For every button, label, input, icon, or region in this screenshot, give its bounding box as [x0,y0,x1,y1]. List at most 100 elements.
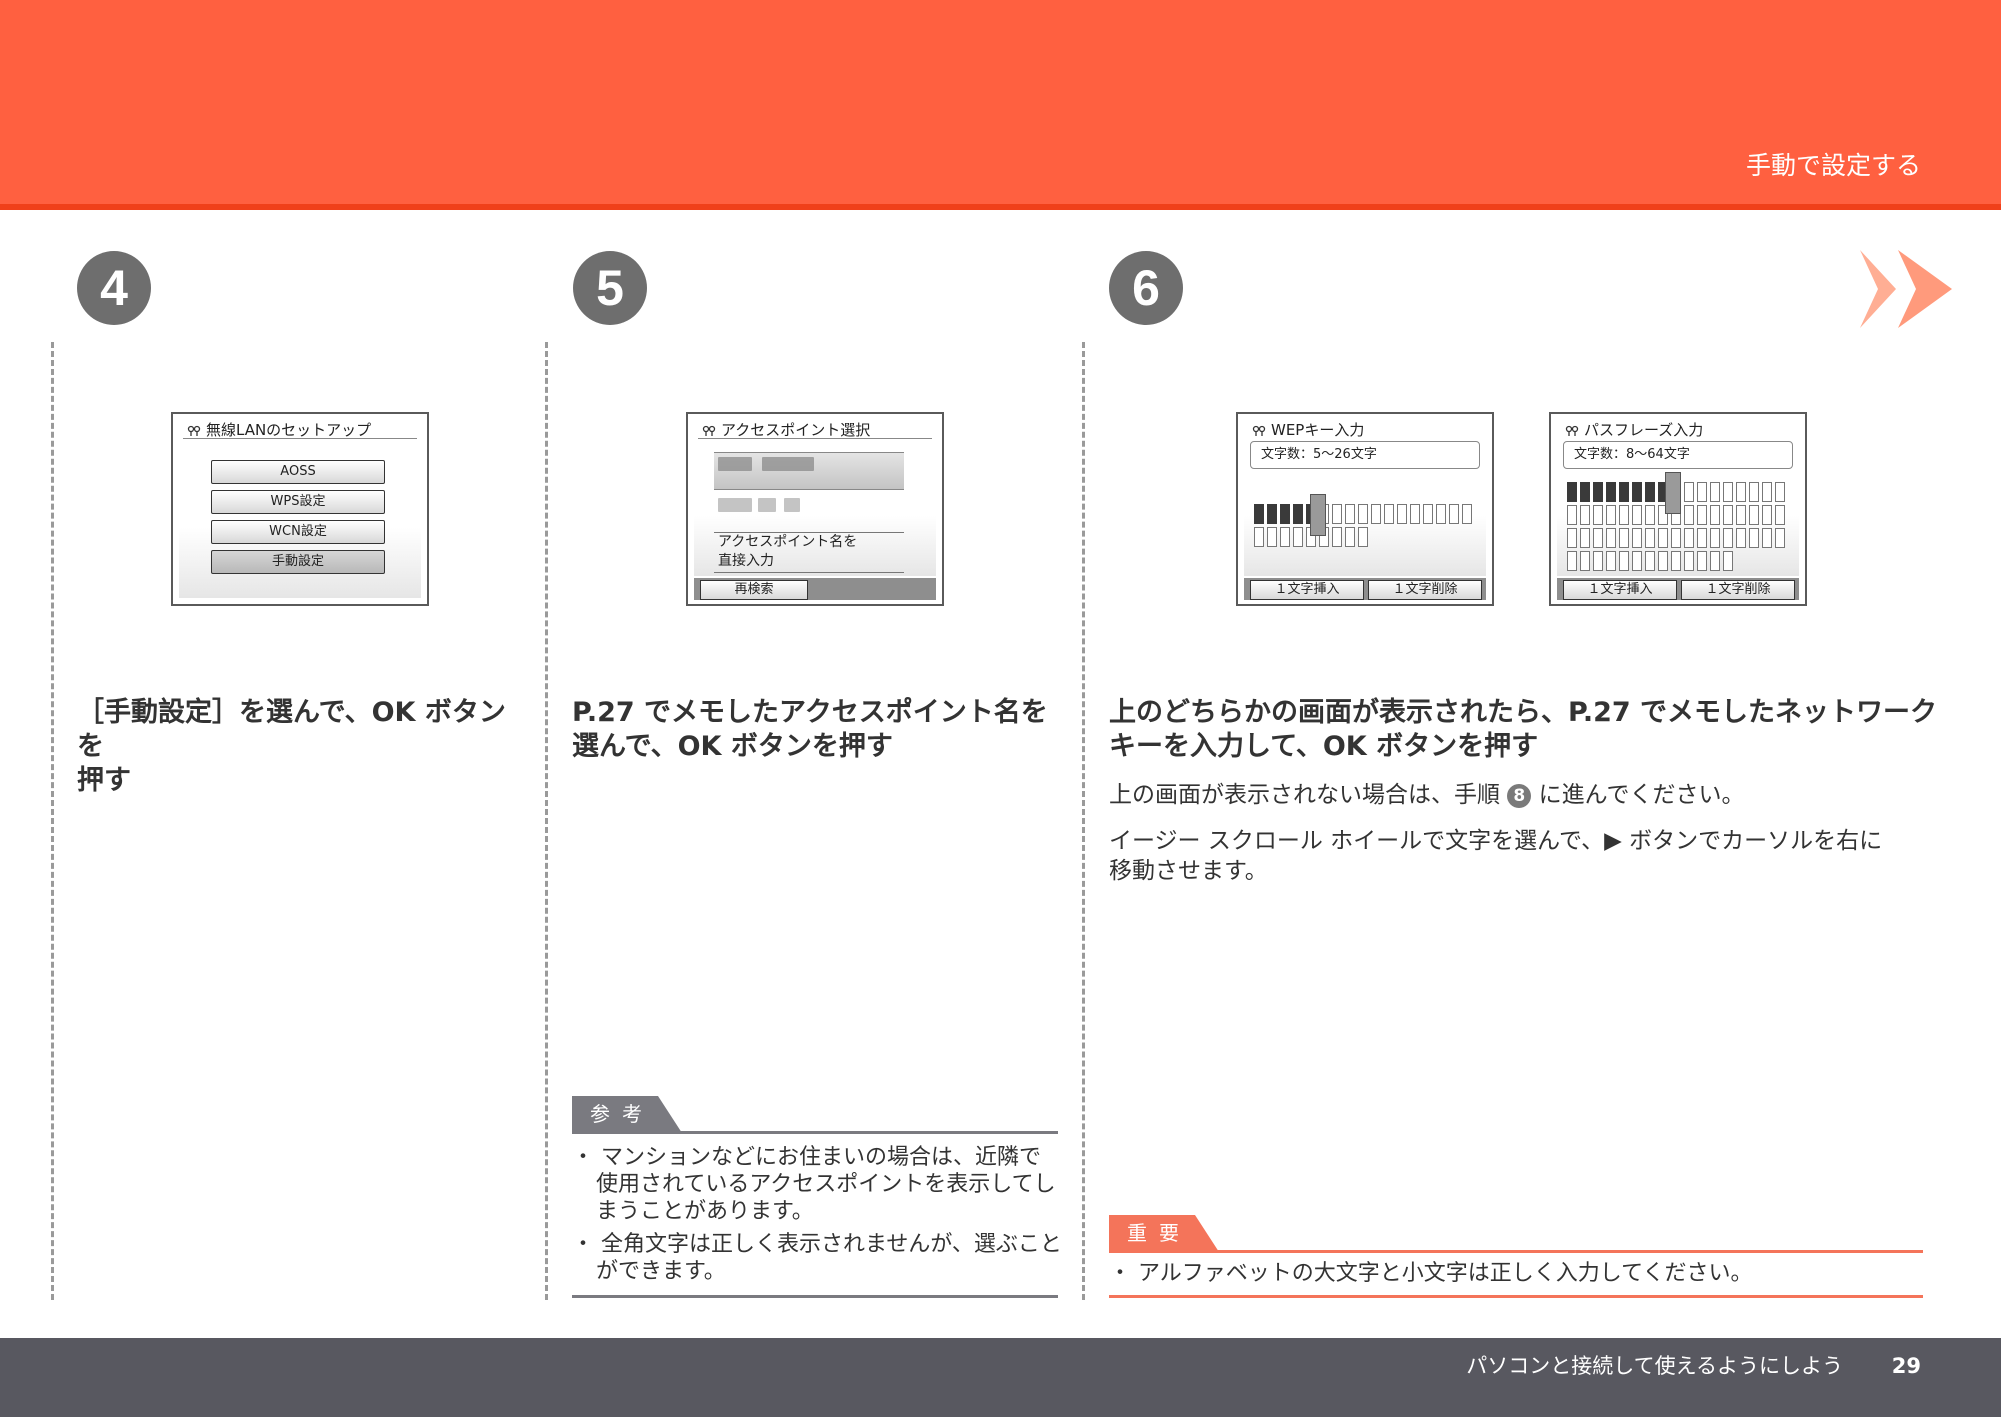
wps-setup-button[interactable]: WPS設定 [211,490,385,514]
reference-note-footer-rule [572,1295,1058,1298]
input-cell [1697,505,1707,525]
input-cell [1384,504,1394,524]
direct-input-option[interactable]: アクセスポイント名を 直接入力 [718,533,857,571]
insert-char-button[interactable]: １文字挿入 [1250,580,1364,600]
input-cell [1684,551,1694,571]
section-title: 手動で設定する [1745,151,1921,180]
input-cell [1645,482,1655,502]
input-cell [1710,505,1720,525]
header-underline [0,204,2001,210]
step-6-badge: 6 [1109,251,1183,325]
input-cell [1749,528,1759,548]
input-cell [1723,528,1733,548]
input-cell [1606,528,1616,548]
input-cell [1658,528,1668,548]
reference-note-list: ・ マンションなどにお住まいの場合は、近隣で使用されているアクセスポイントを表示… [572,1144,1062,1285]
input-cell [1423,504,1433,524]
delete-char-button[interactable]: １文字削除 [1681,580,1795,600]
input-cell [1358,504,1368,524]
input-cell [1606,551,1616,571]
input-cell [1762,505,1772,525]
step-5-badge: 5 [573,251,647,325]
input-cell [1293,504,1303,524]
aoss-button[interactable]: AOSS [211,460,385,484]
input-cell [1606,505,1616,525]
input-cell [1775,482,1785,502]
note-item: ・ マンションなどにお住まいの場合は、近隣で使用されているアクセスポイントを表示… [572,1145,1056,1224]
footer-chapter-title: パソコンと接続して使えるようにしよう [1466,1354,1843,1378]
input-cell [1593,528,1603,548]
input-cell [1710,528,1720,548]
input-cell [1567,551,1577,571]
column-divider [1082,342,1085,1300]
lcd-passphrase-input: パスフレーズ入力 文字数：8〜64文字 １文字挿入 １文字削除 [1549,412,1807,606]
input-cell [1280,504,1290,524]
input-cell [1723,505,1733,525]
delete-char-button[interactable]: １文字削除 [1368,580,1482,600]
input-cell [1736,482,1746,502]
wcn-setup-button[interactable]: WCN設定 [211,520,385,544]
input-cell [1267,527,1277,547]
input-cell [1358,527,1368,547]
input-cell [1671,551,1681,571]
input-cell [1632,551,1642,571]
input-cell [1632,528,1642,548]
input-cell [1606,482,1616,502]
input-cell [1723,551,1733,571]
input-cell [1658,551,1668,571]
screen-title: アクセスポイント選択 [721,421,871,439]
input-cell [1567,505,1577,525]
input-cell [1567,528,1577,548]
input-cell [1580,551,1590,571]
input-cell [1645,551,1655,571]
access-point-row-selected[interactable] [714,452,904,490]
wireless-icon [1565,425,1579,436]
input-cell [1293,527,1303,547]
input-cell [1736,528,1746,548]
note-item: ・ アルファベットの大文字と小文字は正しく入力してください。 [1109,1261,1753,1286]
input-cell [1332,504,1342,524]
input-cell [1397,504,1407,524]
input-cell [1645,505,1655,525]
rescan-button[interactable]: 再検索 [700,580,808,600]
input-cell [1619,528,1629,548]
char-count-box: 文字数：8〜64文字 [1563,441,1793,469]
important-note-footer-rule [1109,1295,1923,1298]
input-cell [1462,504,1472,524]
insert-char-button[interactable]: １文字挿入 [1563,580,1677,600]
reference-tag: 参考 [590,1102,654,1126]
character-cursor[interactable] [1310,494,1326,536]
input-cell [1280,527,1290,547]
input-cell [1684,505,1694,525]
important-tag: 重要 [1127,1221,1191,1245]
input-cell [1710,482,1720,502]
input-cell [1632,505,1642,525]
input-cell [1345,504,1355,524]
step-6-note-skip: 上の画面が表示されない場合は、手順 8 に進んでください。 [1109,782,1745,808]
column-divider [51,342,54,1300]
input-cell [1749,482,1759,502]
key-input-cells[interactable] [1254,504,1472,547]
input-cell [1580,482,1590,502]
wireless-icon [702,425,716,436]
character-cursor[interactable] [1665,472,1681,514]
manual-setup-button[interactable]: 手動設定 [211,550,385,574]
input-cell [1254,527,1264,547]
input-cell [1567,482,1577,502]
input-cell [1580,528,1590,548]
input-cell [1762,528,1772,548]
input-cell [1619,551,1629,571]
step-6-instruction: 上のどちらかの画面が表示されたら、P.27 でメモしたネットワーク キーを入力し… [1109,697,1938,762]
input-cell [1619,482,1629,502]
screen-title: WEPキー入力 [1271,421,1365,439]
lcd-wireless-lan-setup: 無線LANのセットアップ AOSS WPS設定 WCN設定 手動設定 [171,412,429,606]
input-cell [1593,505,1603,525]
input-cell [1697,551,1707,571]
input-cell [1775,505,1785,525]
char-count-box: 文字数：5〜26文字 [1250,441,1480,469]
input-cell [1645,528,1655,548]
next-page-arrows-icon[interactable] [1858,250,1954,328]
access-point-row[interactable] [714,492,904,528]
input-cell [1749,505,1759,525]
input-cell [1619,505,1629,525]
